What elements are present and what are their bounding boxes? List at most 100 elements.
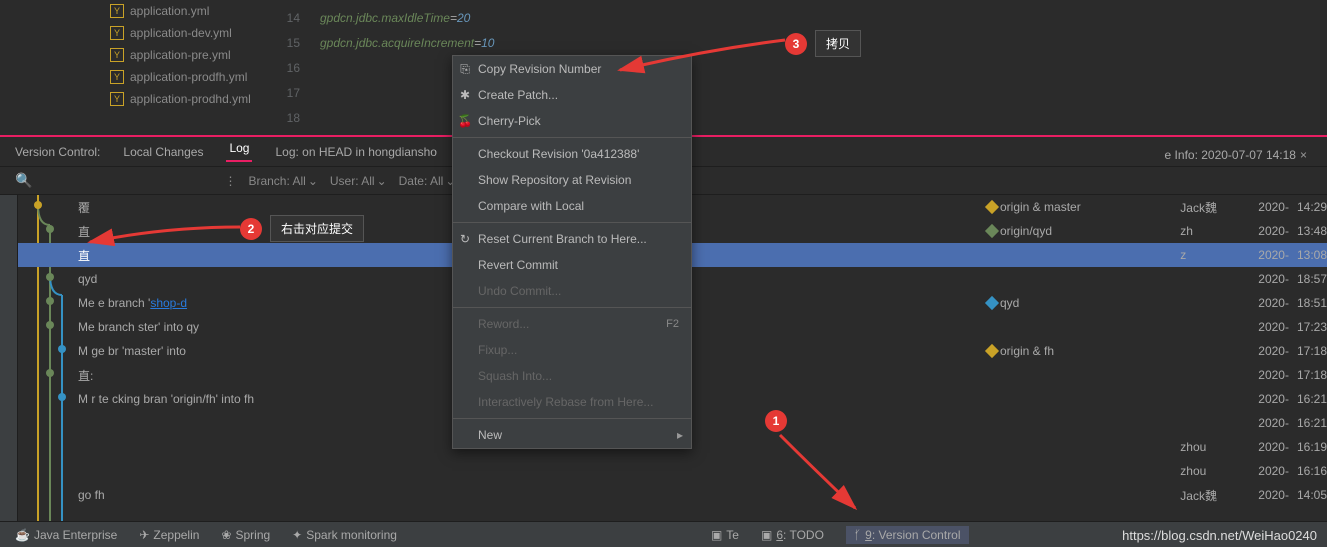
tool-label: Spring: [235, 528, 270, 542]
commit-date: 2020-: [1258, 200, 1289, 214]
close-icon[interactable]: ×: [1300, 148, 1307, 162]
commit-time: 17:23: [1297, 320, 1327, 334]
tool-label: 9: Version Control: [865, 528, 960, 542]
bottom-tool-zeppelin[interactable]: ✈ Zeppelin: [139, 528, 199, 542]
user-filter[interactable]: User: All: [330, 174, 375, 188]
date-filter[interactable]: Date: All: [399, 174, 444, 188]
commit-author: z: [1180, 248, 1250, 262]
file-name: application.yml: [130, 4, 209, 18]
bottom-tool-te[interactable]: ▣Te: [711, 528, 739, 542]
tool-icon: ✦: [292, 528, 302, 542]
tool-icon: ☕: [15, 528, 30, 542]
tool-label: Spark monitoring: [306, 528, 397, 542]
branch-filter[interactable]: Branch: All: [248, 174, 305, 188]
menu-item: Undo Commit...: [453, 278, 691, 304]
commit-date: 2020-: [1258, 440, 1289, 454]
copy-icon: ⎘: [458, 62, 472, 76]
bottom-tool-spark-monitoring[interactable]: ✦ Spark monitoring: [292, 528, 397, 542]
menu-item: Interactively Rebase from Here...: [453, 389, 691, 415]
bottom-tool----version-control[interactable]: ᚶ9: Version Control: [846, 526, 969, 544]
commit-date: 2020-: [1258, 368, 1289, 382]
file-item[interactable]: Yapplication-pre.yml: [10, 44, 260, 66]
tool-icon: ✈: [139, 528, 149, 542]
submenu-arrow-icon: ▸: [677, 428, 683, 442]
tool-icon: ❀: [221, 528, 231, 542]
commit-time: 17:18: [1297, 344, 1327, 358]
commit-date: 2020-: [1258, 320, 1289, 334]
file-item[interactable]: Yapplication-prodhd.yml: [10, 88, 260, 110]
menu-item[interactable]: ✱ Create Patch...: [453, 82, 691, 108]
menu-label: Create Patch...: [478, 88, 558, 102]
branch-tag: origin & master: [987, 200, 1081, 214]
search-icon[interactable]: 🔍: [15, 172, 32, 189]
menu-label: Reword...: [478, 317, 529, 331]
menu-label: Fixup...: [478, 343, 517, 357]
tab-local-changes[interactable]: Local Changes: [120, 145, 206, 159]
commit-row[interactable]: go fhJack魏2020-14:05: [18, 483, 1327, 507]
annotation-label-3: 拷贝: [815, 30, 861, 57]
line-number: 17: [270, 86, 320, 100]
patch-icon: ✱: [458, 88, 472, 102]
commit-row[interactable]: zhou2020-16:16: [18, 459, 1327, 483]
tab-log-head[interactable]: Log: on HEAD in hongdiansho: [272, 145, 439, 159]
tool-label: Java Enterprise: [34, 528, 117, 542]
tab-log[interactable]: Log: [226, 141, 252, 162]
bottom-tool-spring[interactable]: ❀ Spring: [221, 528, 270, 542]
yaml-icon: Y: [110, 4, 124, 18]
project-file-tree[interactable]: Yapplication.yml Yapplication-dev.yml Ya…: [0, 0, 270, 135]
menu-shortcut: F2: [666, 318, 679, 330]
menu-item[interactable]: Checkout Revision '0a412388': [453, 141, 691, 167]
menu-item[interactable]: New▸: [453, 422, 691, 448]
menu-item[interactable]: ↻Reset Current Branch to Here...: [453, 226, 691, 252]
menu-label: Squash Into...: [478, 369, 552, 383]
watermark: https://blog.csdn.net/WeiHao0240: [1122, 528, 1317, 543]
file-item[interactable]: Yapplication-dev.yml: [10, 22, 260, 44]
line-number: 16: [270, 61, 320, 75]
cherry-icon: 🍒: [458, 114, 472, 128]
yaml-icon: Y: [110, 26, 124, 40]
commit-time: 18:51: [1297, 296, 1327, 310]
menu-item[interactable]: ⎘ Copy Revision Number: [453, 56, 691, 82]
commit-author: Jack魏: [1180, 487, 1250, 504]
menu-item: Reword... F2: [453, 311, 691, 337]
commit-date: 2020-: [1258, 416, 1289, 430]
commit-time: 16:21: [1297, 392, 1327, 406]
commit-date: 2020-: [1258, 296, 1289, 310]
annotation-badge-3: 3: [785, 33, 807, 55]
context-menu: ⎘Copy Revision Number✱Create Patch...🍒Ch…: [452, 55, 692, 449]
branch-tag: origin/qyd: [987, 224, 1052, 238]
file-name: application-pre.yml: [130, 48, 231, 62]
bottom-tool-java-enterprise[interactable]: ☕ Java Enterprise: [15, 528, 117, 542]
bottom-tool----todo[interactable]: ▣6: TODO: [761, 528, 824, 542]
code-editor[interactable]: 14gpdcn.jdbc.maxIdleTime=20 15gpdcn.jdbc…: [270, 0, 1327, 135]
yaml-icon: Y: [110, 48, 124, 62]
menu-label: Copy Revision Number: [478, 62, 601, 76]
commit-date: 2020-: [1258, 224, 1289, 238]
line-number: 14: [270, 11, 320, 25]
menu-item[interactable]: Compare with Local: [453, 193, 691, 219]
commit-date: 2020-: [1258, 464, 1289, 478]
menu-item[interactable]: 🍒Cherry-Pick: [453, 108, 691, 134]
menu-label: Compare with Local: [478, 199, 584, 213]
menu-item: Fixup...: [453, 337, 691, 363]
menu-label: Revert Commit: [478, 258, 558, 272]
vc-title: Version Control:: [15, 145, 100, 159]
file-item[interactable]: Yapplication.yml: [10, 0, 260, 22]
annotation-badge-1: 1: [765, 410, 787, 432]
menu-item[interactable]: Show Repository at Revision: [453, 167, 691, 193]
menu-label: Undo Commit...: [478, 284, 561, 298]
commit-time: 16:19: [1297, 440, 1327, 454]
commit-author: Jack魏: [1180, 199, 1250, 216]
commit-time: 17:18: [1297, 368, 1327, 382]
tool-label: 6: TODO: [776, 528, 824, 542]
menu-item[interactable]: Revert Commit: [453, 252, 691, 278]
commit-date: 2020-: [1258, 344, 1289, 358]
commit-time: 14:05: [1297, 488, 1327, 502]
line-number: 18: [270, 111, 320, 125]
tool-sidebar[interactable]: [0, 195, 18, 525]
annotation-label-2: 右击对应提交: [270, 215, 364, 242]
tool-label: Zeppelin: [153, 528, 199, 542]
code-value: 20: [457, 11, 470, 25]
commit-time: 14:29: [1297, 200, 1327, 214]
file-item[interactable]: Yapplication-prodfh.yml: [10, 66, 260, 88]
